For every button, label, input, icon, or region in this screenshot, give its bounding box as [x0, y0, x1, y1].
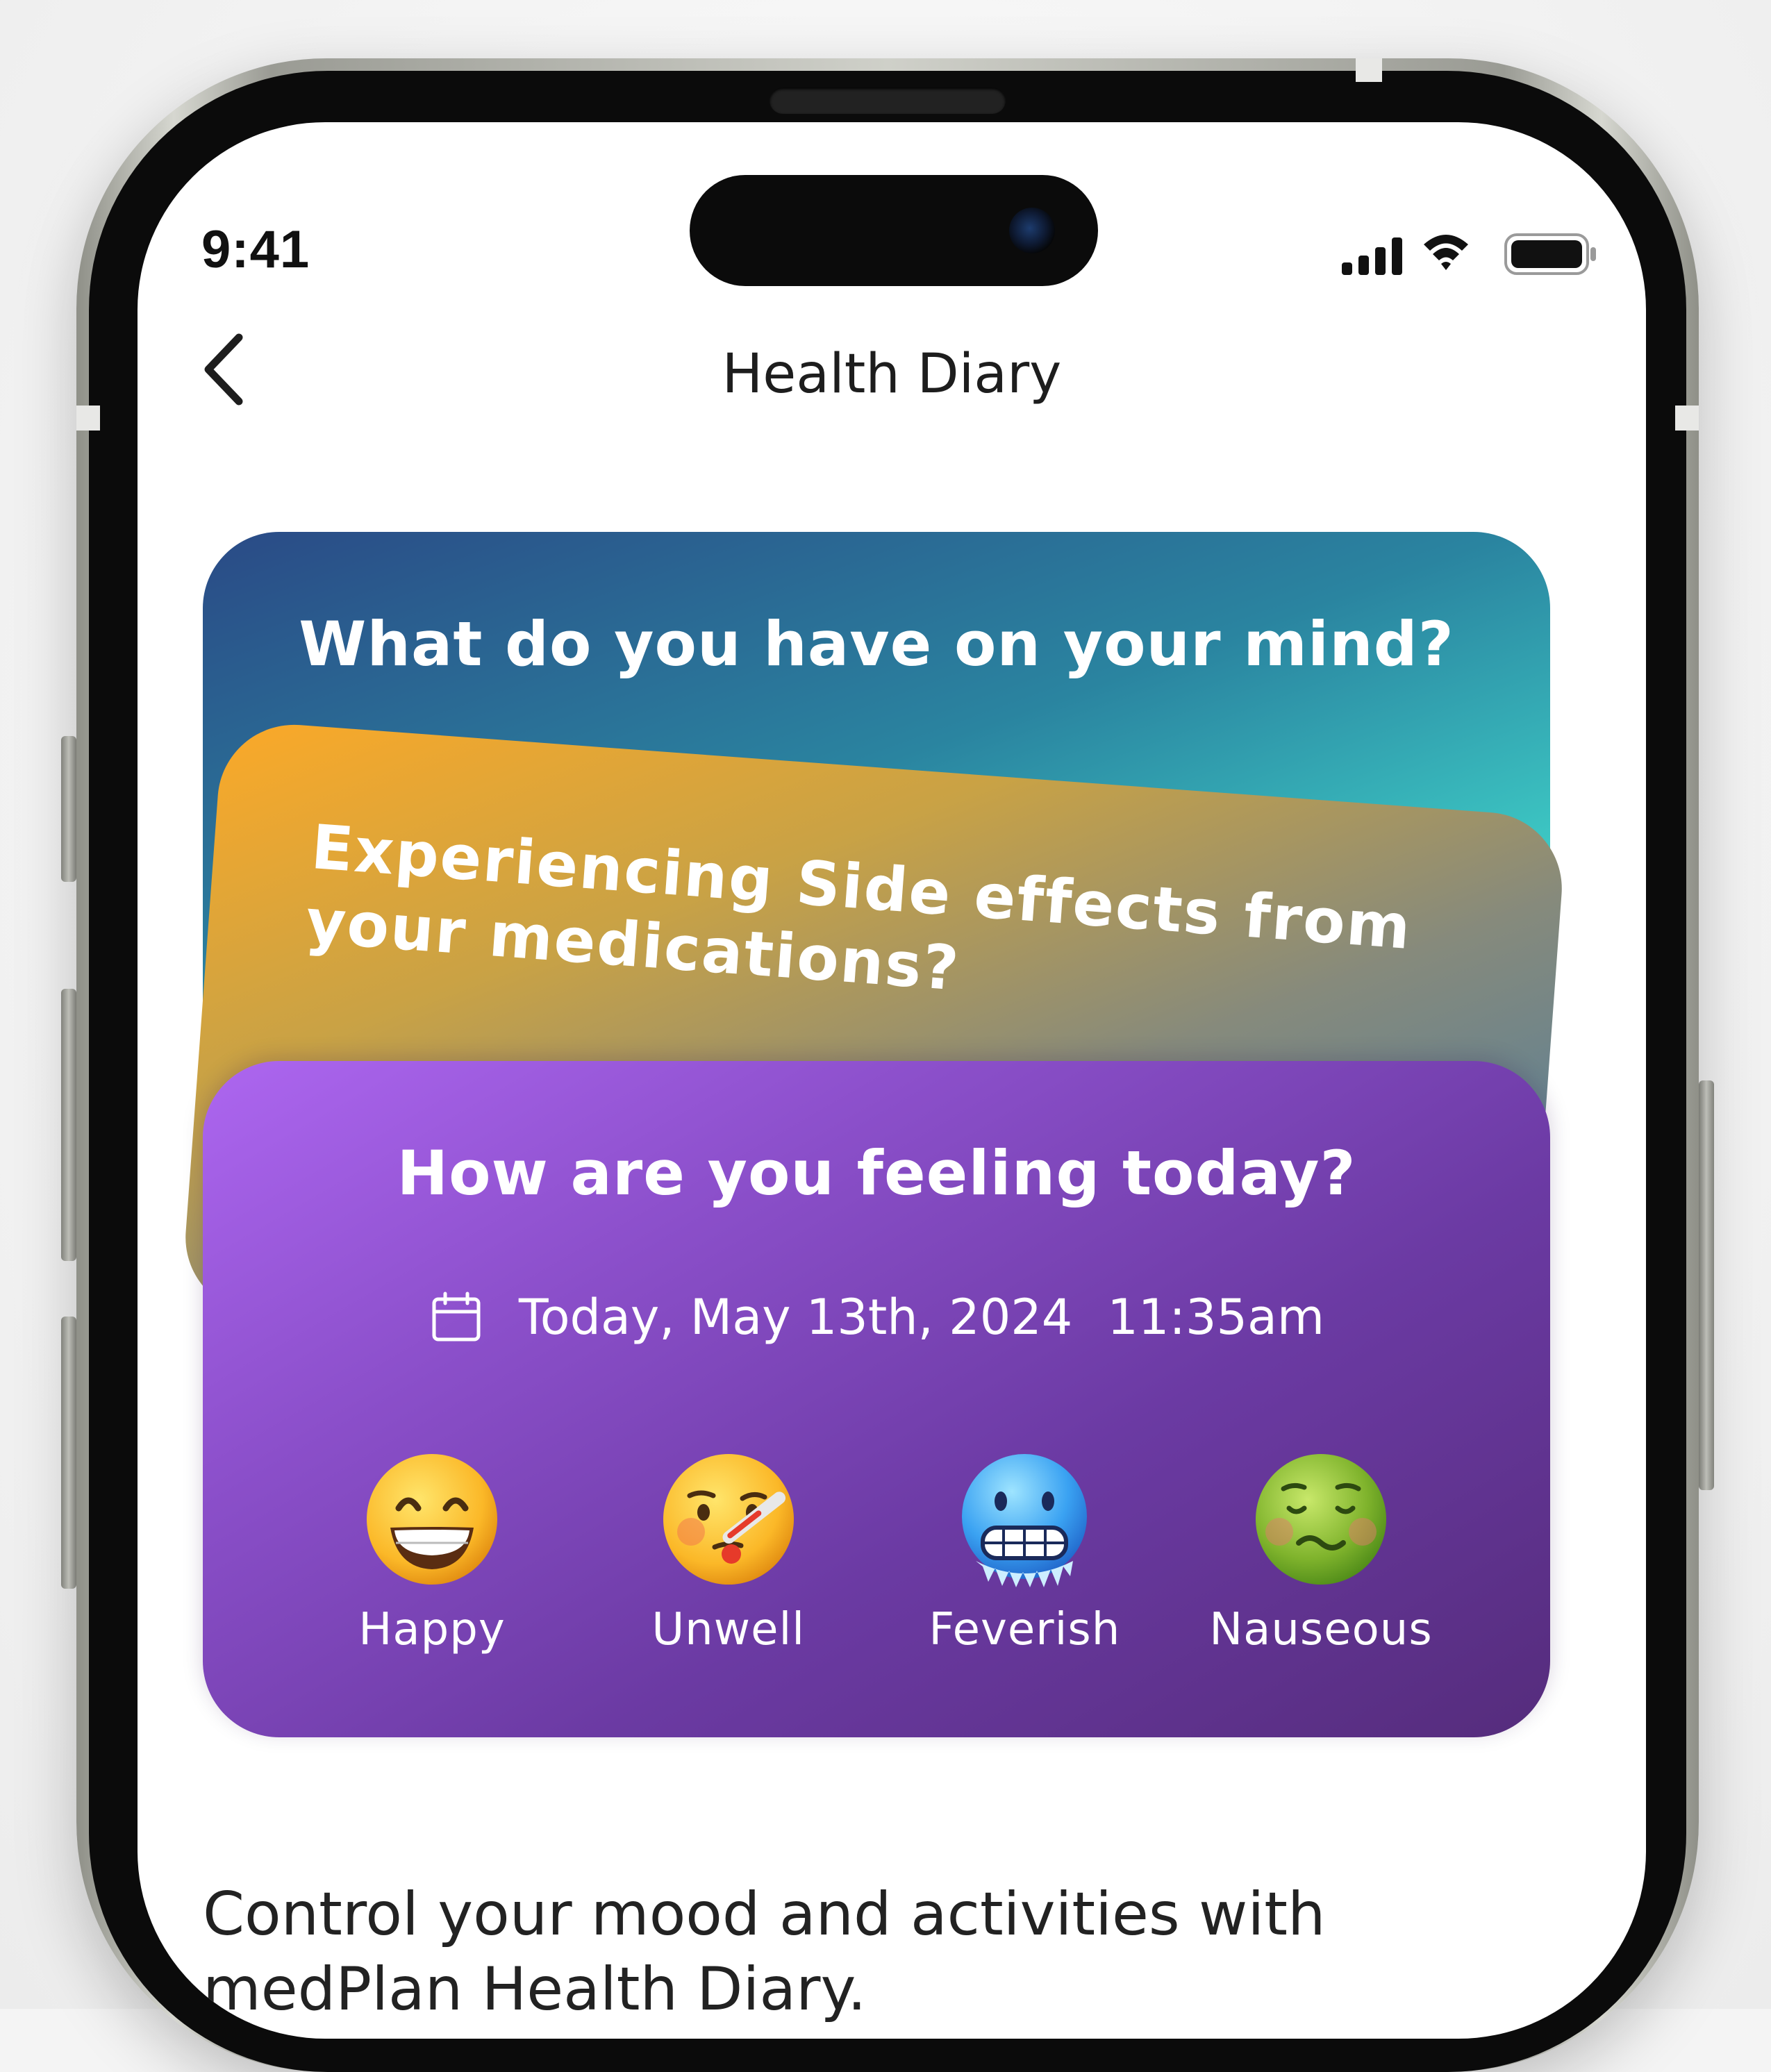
mood-label-happy: Happy: [358, 1604, 506, 1655]
page-title: Health Diary: [722, 343, 1062, 406]
volume-up-button: [61, 989, 76, 1261]
card-mind-question: What do you have on your mind?: [299, 608, 1454, 680]
entry-time: 11:35am: [1107, 1289, 1325, 1346]
description: Control your mood and activities with me…: [203, 1878, 1522, 2027]
mood-label-feverish: Feverish: [929, 1604, 1121, 1655]
camera-icon: [1009, 208, 1055, 253]
wifi-icon: [1424, 235, 1468, 270]
antenna-band: [76, 406, 100, 431]
description-line2: medPlan Health Diary.: [203, 1954, 867, 2024]
calendar-icon: [432, 1292, 481, 1342]
power-button: [1699, 1080, 1714, 1490]
card-side-effects-question: Experiencing Side effects from your medi…: [304, 810, 1492, 1045]
status-icons: [1342, 233, 1596, 275]
mood-unwell[interactable]: Unwell: [597, 1450, 860, 1658]
cellular-signal-icon: [1342, 237, 1402, 275]
battery-icon: [1504, 233, 1596, 275]
volume-down-button: [61, 1317, 76, 1589]
description-line1: Control your mood and activities with: [203, 1880, 1326, 1949]
grinning-face-icon: [367, 1454, 497, 1585]
mood-label-unwell: Unwell: [651, 1604, 805, 1655]
antenna-band: [1356, 58, 1382, 82]
status-time: 9:41: [201, 220, 310, 279]
mood-happy[interactable]: Happy: [300, 1450, 564, 1658]
mood-nauseous[interactable]: Nauseous: [1189, 1450, 1453, 1658]
screen: 9:41 Health Diary What do you have on yo…: [138, 122, 1646, 2039]
cold-face-icon: [962, 1454, 1088, 1587]
face-with-thermometer-icon: [663, 1454, 794, 1585]
mood-feverish[interactable]: Feverish: [892, 1450, 1156, 1658]
mood-options: Happy Unwell Feverish Nauseous: [300, 1450, 1453, 1658]
earpiece-speaker: [770, 87, 1006, 114]
date-row[interactable]: Today, May 13th, 2024 11:35am: [203, 1286, 1550, 1348]
mood-label-nauseous: Nauseous: [1209, 1604, 1433, 1655]
nauseated-face-icon: [1255, 1454, 1386, 1585]
antenna-band: [1675, 406, 1699, 431]
entry-date: Today, May 13th, 2024: [518, 1289, 1073, 1346]
card-feeling-question: How are you feeling today?: [397, 1137, 1356, 1209]
card-feeling[interactable]: How are you feeling today? Today, May 13…: [203, 1061, 1550, 1737]
action-button: [61, 736, 76, 882]
